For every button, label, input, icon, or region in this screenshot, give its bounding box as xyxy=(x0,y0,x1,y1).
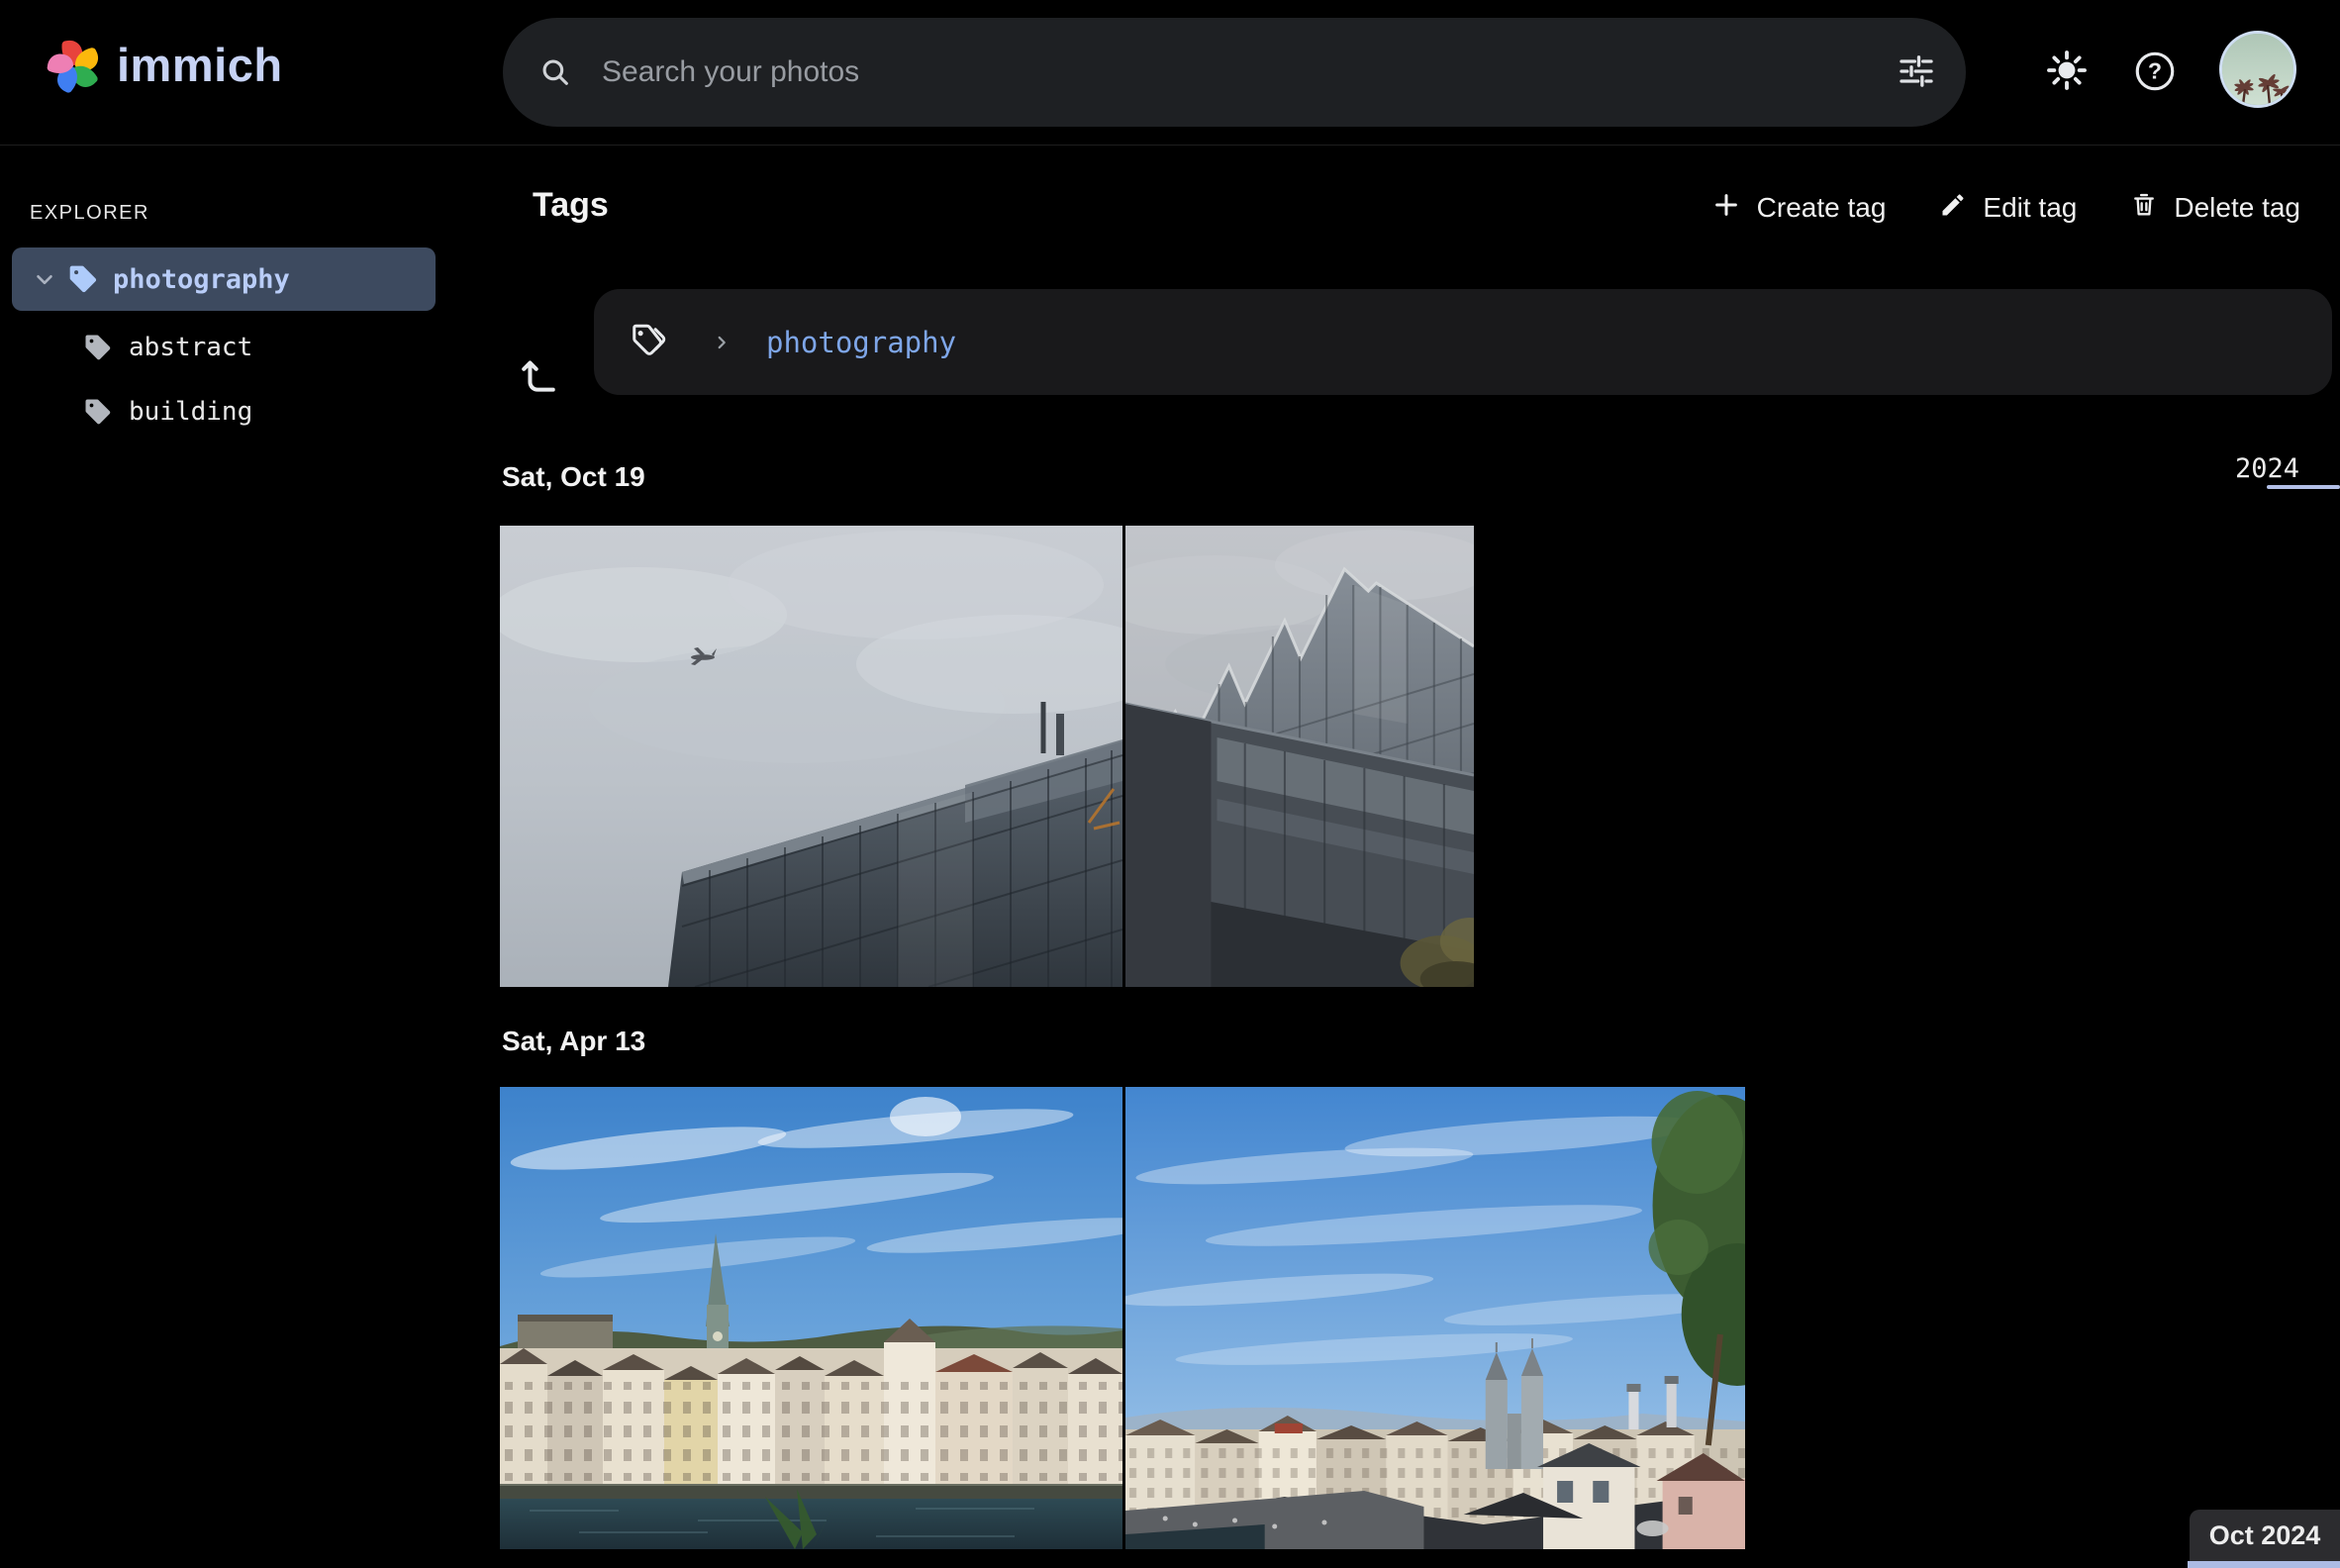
chevron-right-icon xyxy=(711,332,732,353)
back-button[interactable] xyxy=(510,346,569,406)
pencil-icon xyxy=(1939,191,1967,226)
edit-tag-label: Edit tag xyxy=(1983,192,2077,224)
photo-airplane-glass-building xyxy=(500,526,1122,987)
sidebar-item-label: abstract xyxy=(129,333,252,362)
tag-icon xyxy=(83,397,113,427)
delete-tag-button[interactable]: Delete tag xyxy=(2130,191,2300,226)
tag-actions: Create tag Edit tag Delete tag xyxy=(1711,182,2300,234)
create-tag-label: Create tag xyxy=(1757,192,1887,224)
breadcrumb-current[interactable]: photography xyxy=(766,326,956,359)
photo-zurich-riverfront xyxy=(500,1087,1122,1549)
sidebar-item-abstract[interactable]: abstract xyxy=(12,317,436,378)
avatar-photo xyxy=(2222,34,2293,105)
sliders-icon xyxy=(1897,51,1936,94)
search-icon xyxy=(538,55,572,89)
plus-icon xyxy=(1711,190,1741,227)
create-tag-button[interactable]: Create tag xyxy=(1711,190,1887,227)
delete-tag-label: Delete tag xyxy=(2174,192,2300,224)
tag-icon xyxy=(67,263,99,295)
sidebar-item-photography[interactable]: photography xyxy=(12,247,436,311)
photo-thumbnail[interactable] xyxy=(500,1087,1122,1549)
scrubber-date-tooltip: Oct 2024 xyxy=(2190,1510,2340,1561)
sidebar-item-label: photography xyxy=(113,264,290,295)
search-filter-button[interactable] xyxy=(1897,51,1936,94)
tags-icon xyxy=(630,321,667,363)
chevron-down-icon[interactable] xyxy=(32,266,57,292)
sidebar-item-building[interactable]: building xyxy=(12,381,436,442)
search-bar xyxy=(503,18,1966,127)
sun-icon xyxy=(2044,48,2090,96)
date-header: Sat, Apr 13 xyxy=(502,1026,645,1057)
theme-toggle-button[interactable] xyxy=(2035,40,2098,103)
explorer-heading: EXPLORER xyxy=(30,202,149,225)
scrubber-year-label: 2024 xyxy=(2235,453,2299,484)
photo-thumbnail[interactable] xyxy=(1125,526,1474,987)
page-title: Tags xyxy=(533,186,609,225)
sidebar-item-label: building xyxy=(129,397,252,427)
avatar[interactable] xyxy=(2219,31,2296,108)
search-input[interactable] xyxy=(600,54,1897,90)
arrow-up-left-icon xyxy=(518,353,561,400)
breadcrumb: photography xyxy=(594,289,2332,395)
app-header: immich xyxy=(0,0,2340,146)
scrubber-handle[interactable] xyxy=(2267,485,2340,489)
tag-icon xyxy=(83,333,113,362)
question-mark-icon: ? xyxy=(2131,48,2179,98)
immich-logo-icon xyxy=(42,34,107,99)
help-button[interactable]: ? xyxy=(2122,40,2188,105)
photo-thumbnail[interactable] xyxy=(1125,1087,1745,1549)
svg-text:?: ? xyxy=(2148,57,2162,83)
scrubber-position-marker xyxy=(2188,1561,2340,1568)
app-logo-text: immich xyxy=(117,38,283,92)
trash-icon xyxy=(2130,191,2158,226)
photo-zurich-skyline xyxy=(1125,1087,1745,1549)
photo-thumbnail[interactable] xyxy=(500,526,1122,987)
photo-sawtooth-facade xyxy=(1125,526,1474,987)
date-header: Sat, Oct 19 xyxy=(502,461,645,493)
edit-tag-button[interactable]: Edit tag xyxy=(1939,191,2077,226)
